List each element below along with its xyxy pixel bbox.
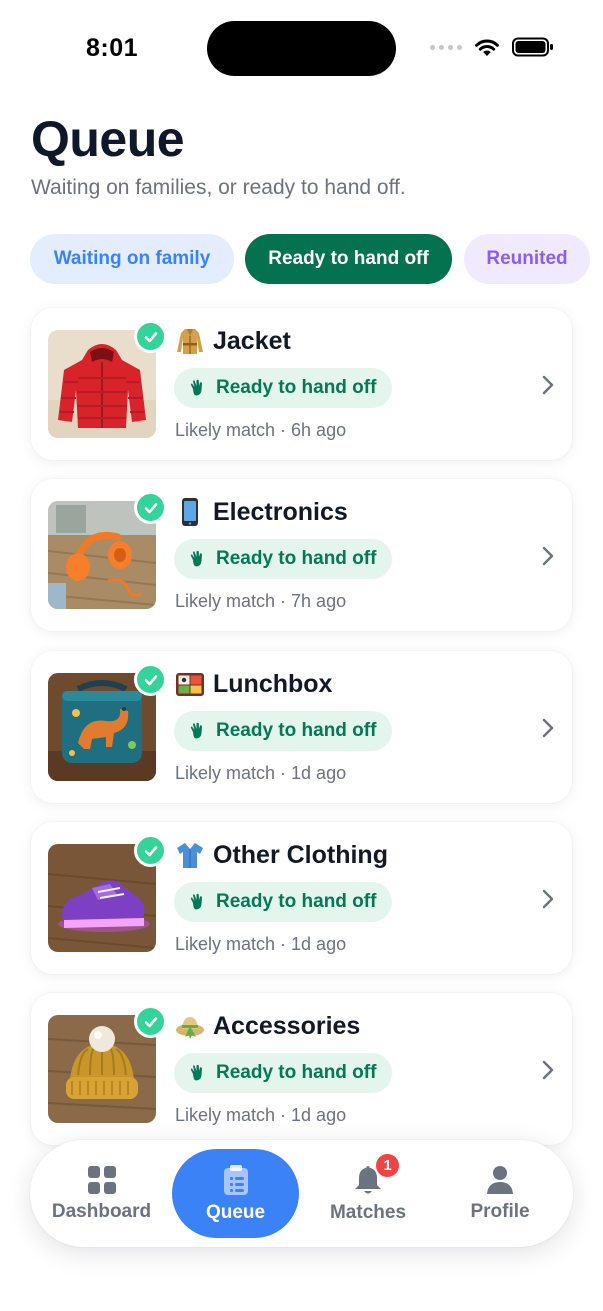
bottom-tab-bar: Dashboard Queue Matches 1 Profile <box>30 1140 573 1247</box>
verified-check-icon <box>134 663 167 696</box>
item-category-title: Jacket <box>213 326 291 355</box>
status-pill: Ready to hand off <box>174 882 392 922</box>
status-time: 8:01 <box>86 34 139 62</box>
chevron-right-icon <box>542 375 554 395</box>
verified-check-icon <box>134 834 167 867</box>
waving-hand-icon <box>190 550 202 567</box>
chevron-right-icon <box>542 889 554 909</box>
dynamic-island <box>207 21 396 76</box>
shirt-emoji-icon <box>177 843 203 868</box>
grid-icon <box>87 1165 116 1194</box>
bento-box-emoji-icon <box>176 673 204 696</box>
queue-item-card[interactable]: Lunchbox Ready to hand off Likely match … <box>31 651 572 803</box>
item-meta: Likely match · 7h ago <box>175 591 347 611</box>
status-pill: Ready to hand off <box>174 711 392 751</box>
filter-chip-waiting-on-family[interactable]: Waiting on family <box>30 234 234 284</box>
mobile-phone-emoji-icon <box>182 498 198 526</box>
item-category-title: Lunchbox <box>213 669 333 698</box>
chevron-right-icon <box>542 546 554 566</box>
clipboard-icon <box>223 1164 248 1195</box>
filter-chips: Waiting on family Ready to hand off Reun… <box>30 234 603 284</box>
wifi-icon <box>475 39 499 56</box>
item-category-title: Electronics <box>213 497 348 526</box>
tab-profile[interactable]: Profile <box>445 1140 555 1247</box>
status-bar: 8:01 <box>0 0 603 98</box>
battery-icon <box>512 37 553 57</box>
queue-item-card[interactable]: Electronics Ready to hand off Likely mat… <box>31 479 572 631</box>
item-category-title: Other Clothing <box>213 840 388 869</box>
person-icon <box>487 1165 513 1194</box>
item-meta: Likely match · 1d ago <box>175 934 347 954</box>
filter-chip-ready-to-hand-off[interactable]: Ready to hand off <box>245 234 452 284</box>
verified-check-icon <box>134 1005 167 1038</box>
cellular-signal-icon <box>430 44 462 50</box>
waving-hand-icon <box>190 379 202 396</box>
queue-item-card[interactable]: Jacket Ready to hand off Likely match · … <box>31 308 572 460</box>
waving-hand-icon <box>190 1064 202 1081</box>
item-meta: Likely match · 1d ago <box>175 1105 347 1125</box>
item-category-title: Accessories <box>213 1011 361 1040</box>
item-meta: Likely match · 6h ago <box>175 420 347 440</box>
status-pill: Ready to hand off <box>174 539 392 579</box>
item-meta: Likely match · 1d ago <box>175 763 347 783</box>
item-category-row: Lunchbox <box>175 669 332 699</box>
status-icons <box>430 37 554 57</box>
chevron-right-icon <box>542 1060 554 1080</box>
page-subtitle: Waiting on families, or ready to hand of… <box>31 176 406 199</box>
waving-hand-icon <box>190 722 202 739</box>
status-pill: Ready to hand off <box>174 1053 392 1093</box>
page-title: Queue <box>31 111 185 167</box>
matches-notification-badge: 1 <box>374 1152 401 1179</box>
item-category-row: Accessories <box>175 1011 360 1041</box>
verified-check-icon <box>134 320 167 353</box>
status-pill: Ready to hand off <box>174 368 392 408</box>
chevron-right-icon <box>542 718 554 738</box>
item-category-row: Electronics <box>175 497 348 527</box>
tab-dashboard[interactable]: Dashboard <box>44 1140 159 1247</box>
coat-emoji-icon <box>177 329 203 354</box>
item-category-row: Jacket <box>175 326 291 356</box>
verified-check-icon <box>134 491 167 524</box>
tab-matches[interactable]: Matches <box>313 1140 423 1247</box>
queue-item-card[interactable]: Other Clothing Ready to hand off Likely … <box>31 822 572 974</box>
filter-chip-reunited[interactable]: Reunited <box>464 234 590 284</box>
item-category-row: Other Clothing <box>175 840 388 870</box>
waving-hand-icon <box>190 893 202 910</box>
queue-item-card[interactable]: Accessories Ready to hand off Likely mat… <box>31 993 572 1145</box>
hat-emoji-icon <box>176 1017 204 1039</box>
tab-queue[interactable]: Queue <box>172 1149 299 1238</box>
